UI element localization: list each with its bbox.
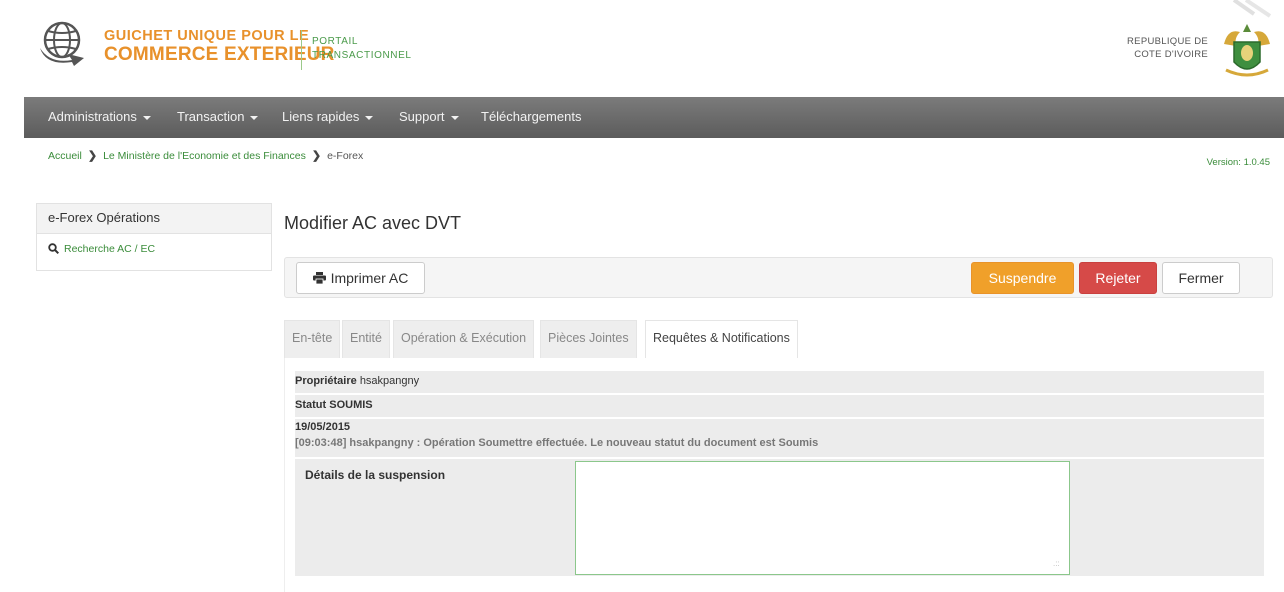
breadcrumb-home-link[interactable]: Accueil [48,150,82,162]
chevron-right-icon: ❯ [87,150,98,162]
republic-line2: COTE D'IVOIRE [1134,49,1208,60]
caret-down-icon [365,115,374,120]
nav-transaction[interactable]: Transaction [177,109,259,124]
close-button[interactable]: Fermer [1162,262,1240,294]
suspension-section: Détails de la suspension .:: [295,459,1264,576]
owner-label: Propriétaire [295,375,357,387]
printer-icon [312,272,326,284]
owner-row: Propriétaire hsakpangny [295,371,1264,393]
search-icon [48,243,59,254]
globe-logo-icon [40,21,84,66]
sidebar: e-Forex Opérations Recherche AC / EC [36,203,272,271]
chevron-right-icon: ❯ [311,150,322,162]
action-toolbar: Imprimer AC Suspendre Rejeter Fermer [284,257,1273,298]
nav-support-label: Support [399,109,445,124]
breadcrumb-ministry-link[interactable]: Le Ministère de l'Economie et des Financ… [103,150,306,162]
status-row: Statut SOUMIS [295,395,1264,417]
portal-title-line2: TRANSACTIONNEL [312,50,412,61]
suspend-button[interactable]: Suspendre [971,262,1074,294]
tab-en-tete[interactable]: En-tête [284,320,341,358]
nav-liens-rapides-label: Liens rapides [282,109,360,124]
page-title: Modifier AC avec DVT [284,213,462,233]
logo-divider [301,30,302,70]
breadcrumb-current: e-Forex [327,150,364,162]
republic-line1: REPUBLIQUE DE [1127,36,1208,47]
owner-value: hsakpangny [359,375,420,387]
site-header: GUICHET UNIQUE POUR LE COMMERCE EXTERIEU… [24,0,1284,97]
log-row: 19/05/2015 [09:03:48] hsakpangny : Opéra… [295,419,1264,457]
nav-telechargements-label: Téléchargements [481,109,582,124]
tab-requetes-notifications[interactable]: Requêtes & Notifications [645,320,798,358]
suspension-details-label: Détails de la suspension [305,468,446,482]
caret-down-icon [142,115,151,120]
caret-down-icon [250,115,259,120]
main-navbar: Administrations Transaction Liens rapide… [24,97,1284,138]
sidebar-item-recherche[interactable]: Recherche AC / EC [37,234,271,264]
resize-grip-icon[interactable]: .:: [1053,559,1060,568]
coat-of-arms-emblem [1224,24,1270,77]
tab-pieces-jointes[interactable]: Pièces Jointes [540,320,637,358]
sidebar-item-label: Recherche AC / EC [64,243,156,255]
status-value: SOUMIS [329,399,373,411]
print-ac-button[interactable]: Imprimer AC [296,262,425,294]
nav-administrations-label: Administrations [48,109,137,124]
tab-operation-execution[interactable]: Opération & Exécution [393,320,535,358]
suspension-details-textarea[interactable] [575,461,1070,575]
nav-telechargements[interactable]: Téléchargements [481,109,581,124]
tab-entite[interactable]: Entité [342,320,390,358]
portal-title-line1: PORTAIL [312,36,359,47]
nav-transaction-label: Transaction [177,109,245,124]
nav-administrations[interactable]: Administrations [48,109,151,124]
nav-support[interactable]: Support [399,109,459,124]
logo-title-line1: GUICHET UNIQUE POUR LE [104,28,310,44]
decorative-lines [1232,0,1272,18]
reject-button[interactable]: Rejeter [1079,262,1157,294]
status-label: Statut [295,399,327,411]
caret-down-icon [450,115,459,120]
print-ac-label: Imprimer AC [330,270,409,286]
nav-liens-rapides[interactable]: Liens rapides [282,109,374,124]
logo-title-line2: COMMERCE EXTERIEUR [104,44,335,65]
sidebar-title: e-Forex Opérations [37,204,271,234]
breadcrumb: Accueil ❯ Le Ministère de l'Economie et de… [48,149,363,162]
log-entry: [09:03:48] hsakpangny : Opération Soumet… [295,437,819,449]
tab-content-panel: Propriétaire hsakpangny Statut SOUMIS 19… [284,358,1273,592]
version-label: Version: 1.0.45 [1206,157,1270,168]
log-date: 19/05/2015 [295,421,351,433]
